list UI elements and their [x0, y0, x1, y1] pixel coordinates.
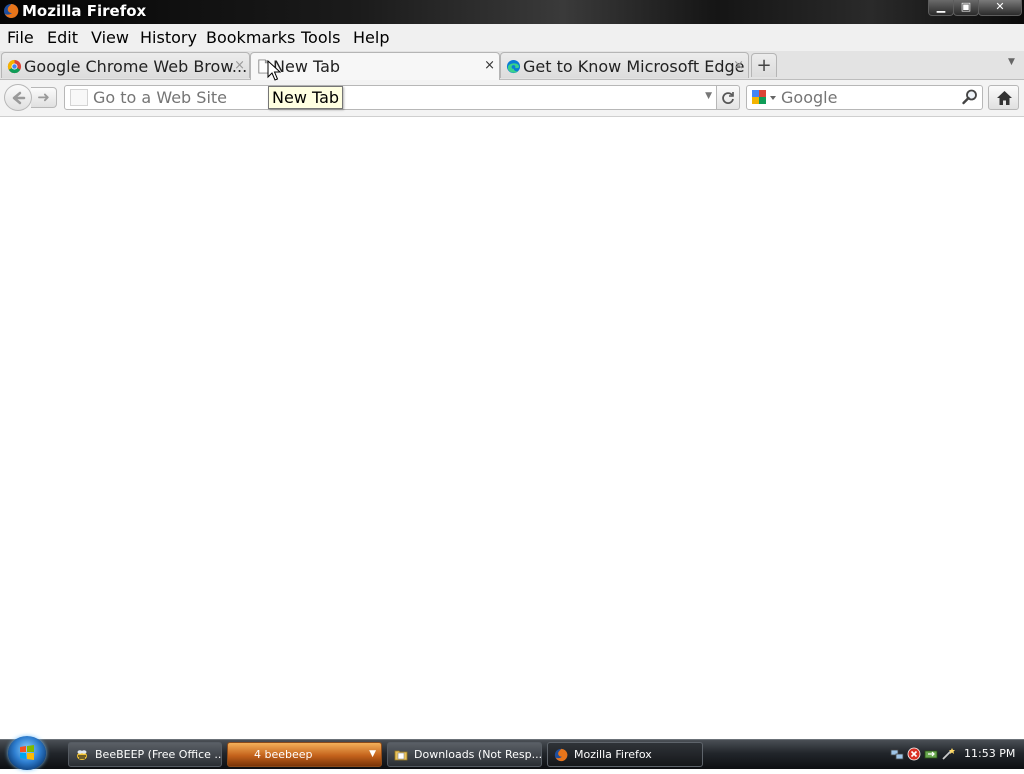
- tab-close-icon[interactable]: ×: [733, 58, 744, 73]
- wand-icon[interactable]: [941, 747, 955, 761]
- url-bar[interactable]: ▼: [64, 85, 717, 110]
- tab-close-icon[interactable]: ×: [234, 58, 245, 73]
- windows-logo-icon: [20, 745, 34, 760]
- tab-close-icon[interactable]: ×: [484, 58, 495, 73]
- taskbar-downloads-button[interactable]: Downloads (Not Resp...: [387, 742, 542, 767]
- reload-button[interactable]: [717, 85, 740, 110]
- start-button[interactable]: [8, 736, 46, 770]
- search-input[interactable]: [781, 88, 951, 107]
- network-icon[interactable]: [890, 747, 904, 761]
- back-arrow-icon: [12, 91, 26, 105]
- home-icon: [997, 91, 1012, 105]
- menu-edit[interactable]: Edit: [47, 28, 78, 47]
- folder-icon: [394, 750, 408, 761]
- menu-history[interactable]: History: [140, 28, 197, 47]
- beebeep-icon: [77, 750, 87, 760]
- edge-icon: [506, 59, 521, 74]
- menu-file[interactable]: File: [7, 28, 34, 47]
- sync-icon[interactable]: [924, 747, 938, 761]
- maximize-button[interactable]: ▣: [953, 0, 979, 16]
- tab-label: New Tab: [273, 57, 341, 76]
- taskbar-beebeep-group-button[interactable]: 4 beebeep ▼: [227, 742, 382, 767]
- back-forward-group: ➜: [4, 84, 58, 111]
- tab-new-tab[interactable]: New Tab ×: [250, 52, 500, 80]
- chrome-icon: [7, 59, 22, 74]
- tab-label: Get to Know Microsoft Edge: [523, 57, 745, 76]
- tab-label: Google Chrome Web Brow...: [24, 57, 248, 76]
- home-button[interactable]: [988, 85, 1019, 110]
- search-icon[interactable]: [961, 88, 979, 106]
- site-identity-icon[interactable]: [70, 89, 88, 106]
- taskbar-button-label: BeeBEEP (Free Office ...: [95, 748, 222, 761]
- minimize-button[interactable]: ▁: [928, 0, 954, 16]
- tab-strip: Google Chrome Web Brow... × New Tab × Ge…: [0, 51, 1024, 80]
- menu-view[interactable]: View: [91, 28, 129, 47]
- mouse-cursor-icon: [267, 60, 281, 81]
- new-tab-button[interactable]: +: [751, 53, 777, 77]
- search-bar[interactable]: [746, 85, 983, 110]
- tab-microsoft-edge[interactable]: Get to Know Microsoft Edge ×: [500, 52, 749, 78]
- windows-taskbar: BeeBEEP (Free Office ... 4 beebeep ▼ Dow…: [0, 736, 1024, 770]
- close-window-button[interactable]: ✕: [978, 0, 1022, 16]
- firefox-icon: [4, 3, 19, 18]
- url-history-dropdown-icon[interactable]: ▼: [705, 91, 712, 101]
- window-titlebar: Mozilla Firefox ▁ ▣ ✕: [0, 0, 1024, 24]
- security-alert-icon[interactable]: [907, 747, 921, 761]
- taskbar-beebeep-button[interactable]: BeeBEEP (Free Office ...: [68, 742, 222, 767]
- system-tray: 11:53 PM: [880, 740, 1024, 769]
- group-dropdown-icon[interactable]: ▼: [369, 749, 376, 759]
- taskbar-button-label: 4 beebeep: [254, 748, 313, 761]
- tab-tooltip: New Tab: [268, 86, 344, 109]
- google-engine-icon[interactable]: [751, 89, 777, 106]
- menu-tools[interactable]: Tools: [301, 28, 340, 47]
- navigation-toolbar: ➜ ▼: [0, 80, 1024, 117]
- reload-icon: [722, 92, 734, 104]
- tab-google-chrome[interactable]: Google Chrome Web Brow... ×: [1, 52, 250, 78]
- page-content-area: [0, 117, 1024, 739]
- menu-help[interactable]: Help: [353, 28, 389, 47]
- firefox-icon: [554, 748, 568, 762]
- taskbar-button-label: Downloads (Not Resp...: [414, 748, 542, 761]
- taskbar-button-label: Mozilla Firefox: [574, 748, 652, 761]
- forward-button[interactable]: ➜: [31, 87, 57, 108]
- list-all-tabs-icon[interactable]: ▼: [1008, 57, 1015, 67]
- back-button[interactable]: [4, 84, 32, 111]
- menu-bookmarks[interactable]: Bookmarks: [206, 28, 295, 47]
- url-input[interactable]: [93, 88, 693, 107]
- clock[interactable]: 11:53 PM: [964, 747, 1015, 760]
- window-title: Mozilla Firefox: [22, 2, 147, 20]
- menu-bar: File Edit View History Bookmarks Tools H…: [0, 24, 1024, 51]
- taskbar-firefox-button[interactable]: Mozilla Firefox: [547, 742, 703, 767]
